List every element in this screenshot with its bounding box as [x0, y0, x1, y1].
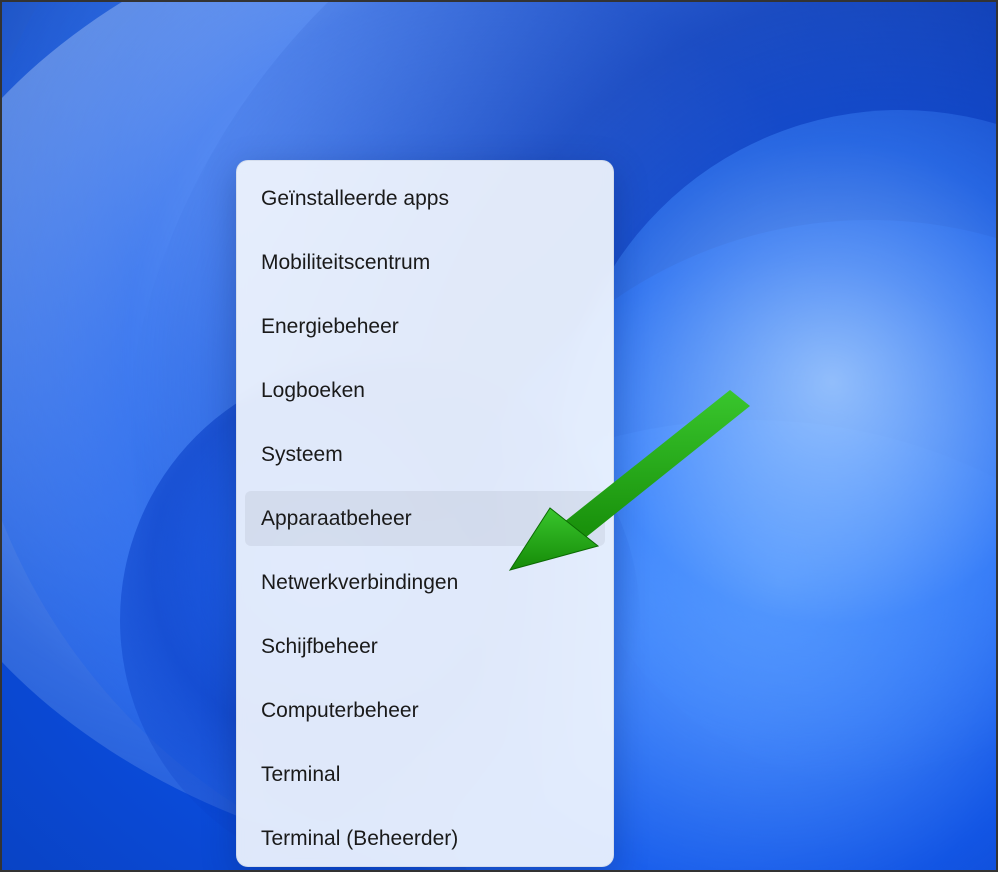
menu-item-installed-apps[interactable]: Geïnstalleerde apps	[245, 171, 605, 226]
menu-item-label: Schijfbeheer	[261, 635, 378, 659]
menu-item-power-options[interactable]: Energiebeheer	[245, 299, 605, 354]
menu-item-label: Apparaatbeheer	[261, 507, 412, 531]
menu-item-system[interactable]: Systeem	[245, 427, 605, 482]
menu-item-label: Logboeken	[261, 379, 365, 403]
menu-item-label: Netwerkverbindingen	[261, 571, 458, 595]
menu-item-event-viewer[interactable]: Logboeken	[245, 363, 605, 418]
menu-item-terminal-admin[interactable]: Terminal (Beheerder)	[245, 811, 605, 866]
winx-context-menu: Geïnstalleerde apps Mobiliteitscentrum E…	[236, 160, 614, 867]
menu-item-label: Geïnstalleerde apps	[261, 187, 449, 211]
menu-item-network-connections[interactable]: Netwerkverbindingen	[245, 555, 605, 610]
menu-item-label: Systeem	[261, 443, 343, 467]
menu-item-computer-management[interactable]: Computerbeheer	[245, 683, 605, 738]
menu-item-label: Computerbeheer	[261, 699, 419, 723]
menu-item-label: Mobiliteitscentrum	[261, 251, 430, 275]
menu-item-label: Terminal	[261, 763, 340, 787]
menu-item-disk-management[interactable]: Schijfbeheer	[245, 619, 605, 674]
menu-item-label: Terminal (Beheerder)	[261, 827, 458, 851]
menu-item-terminal[interactable]: Terminal	[245, 747, 605, 802]
menu-item-mobility-center[interactable]: Mobiliteitscentrum	[245, 235, 605, 290]
menu-item-label: Energiebeheer	[261, 315, 399, 339]
menu-item-device-manager[interactable]: Apparaatbeheer	[245, 491, 605, 546]
